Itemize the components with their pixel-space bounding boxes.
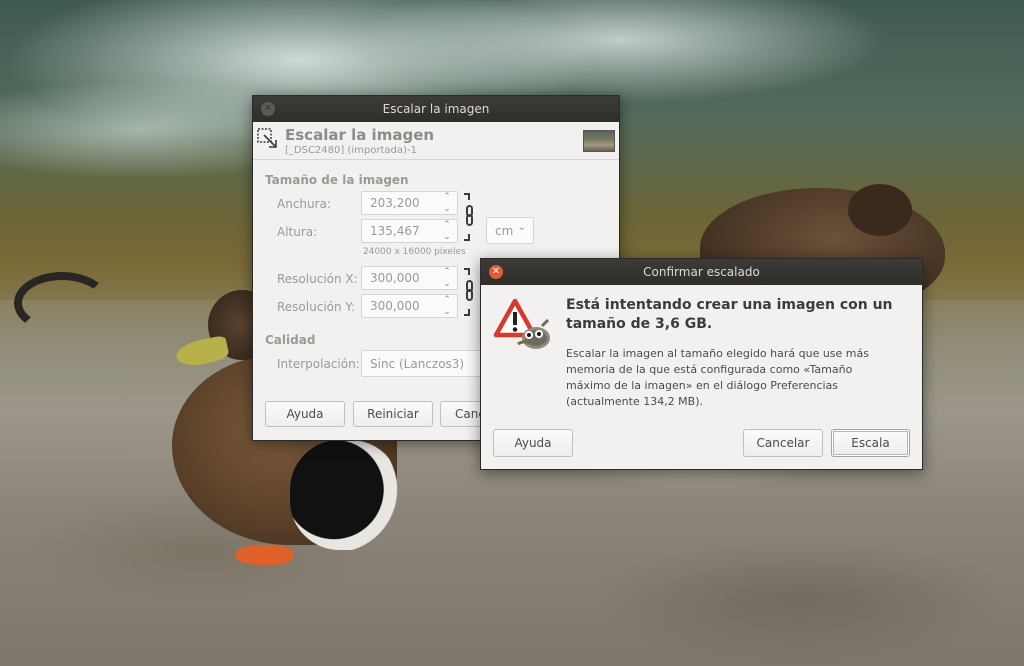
confirm-dialog-titlebar[interactable]: ✕ Confirmar escalado xyxy=(481,259,922,285)
header-separator xyxy=(253,159,619,160)
scale-dialog-title: Escalar la imagen xyxy=(382,102,490,116)
scale-button-label: Escala xyxy=(851,436,890,450)
resolution-x-label: Resolución X: xyxy=(277,272,358,286)
width-label: Anchura: xyxy=(277,197,331,211)
resolution-y-label: Resolución Y: xyxy=(277,300,356,314)
width-value: 203,200 xyxy=(370,196,420,210)
confirm-message: Escalar la imagen al tamaño elegido hará… xyxy=(566,347,869,408)
resolution-y-field[interactable]: 300,000 ⌃ ⌄ xyxy=(361,294,458,318)
gimp-wilber-icon xyxy=(517,318,550,349)
confirm-heading: Está intentando crear una imagen con un … xyxy=(566,297,893,332)
reset-button-label: Reiniciar xyxy=(367,407,419,421)
resolution-x-spinner[interactable]: ⌃ ⌄ xyxy=(440,267,454,289)
chevron-down-icon: ⌄ xyxy=(517,222,526,233)
chain-icon[interactable] xyxy=(464,193,476,241)
scale-dialog-titlebar[interactable]: ✕ Escalar la imagen xyxy=(253,96,619,122)
cancel-button[interactable]: Cancelar xyxy=(743,429,823,457)
interpolation-select[interactable]: Sinc (Lanczos3) xyxy=(361,350,483,377)
unit-value: cm xyxy=(495,223,514,238)
help-button-label: Ayuda xyxy=(514,436,552,450)
pixel-size-text: 24000 x 16000 píxeles xyxy=(363,247,466,257)
close-icon[interactable]: ✕ xyxy=(261,102,275,116)
height-label: Altura: xyxy=(277,225,318,239)
resolution-x-field[interactable]: 300,000 ⌃ ⌄ xyxy=(361,266,458,290)
section-image-size: Tamaño de la imagen xyxy=(265,173,409,187)
height-spinner[interactable]: ⌃ ⌄ xyxy=(440,220,454,242)
height-field[interactable]: 135,467 ⌃ ⌄ xyxy=(361,219,458,243)
help-button-label: Ayuda xyxy=(286,407,324,421)
help-button[interactable]: Ayuda xyxy=(493,429,573,457)
scale-tool-icon xyxy=(257,128,277,148)
width-spinner[interactable]: ⌃ ⌄ xyxy=(440,192,454,214)
height-value: 135,467 xyxy=(370,224,420,238)
unit-select[interactable]: cm ⌄ xyxy=(486,217,534,244)
scale-button[interactable]: Escala xyxy=(831,429,910,457)
section-quality: Calidad xyxy=(265,333,316,347)
image-subheading: [_DSC2480] (importada)-1 xyxy=(285,145,417,156)
confirm-scale-dialog: ✕ Confirmar escalado Está intentando cre… xyxy=(480,258,923,470)
interpolation-label: Interpolación: xyxy=(277,357,360,371)
resolution-chain-icon[interactable] xyxy=(464,268,476,316)
image-thumbnail xyxy=(583,130,615,152)
confirm-dialog-title: Confirmar escalado xyxy=(643,265,760,279)
resolution-y-spinner[interactable]: ⌃ ⌄ xyxy=(440,295,454,317)
interpolation-value: Sinc (Lanczos3) xyxy=(370,356,465,371)
scale-dialog-heading: Escalar la imagen xyxy=(285,126,435,144)
resolution-x-value: 300,000 xyxy=(370,271,420,285)
resolution-y-value: 300,000 xyxy=(370,299,420,313)
cancel-button-label: Cancelar xyxy=(756,436,810,450)
width-field[interactable]: 203,200 ⌃ ⌄ xyxy=(361,191,458,215)
help-button[interactable]: Ayuda xyxy=(265,401,345,427)
reset-button[interactable]: Reiniciar xyxy=(353,401,433,427)
close-icon[interactable]: ✕ xyxy=(489,265,503,279)
